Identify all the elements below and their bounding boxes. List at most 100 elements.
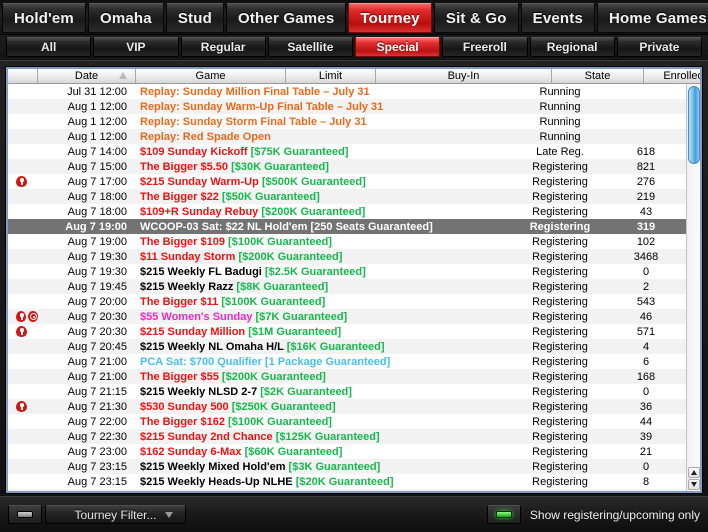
table-row[interactable]: Aug 7 15:00 The Bigger $5.50 [$30K Guaran… <box>8 159 686 174</box>
cell-game-name: $109+R NL Hold'em [$50K Guaranteed] <box>136 491 514 492</box>
cell-state: Running <box>539 85 581 98</box>
tab-events[interactable]: Events <box>520 3 596 33</box>
tab-omaha[interactable]: Omaha <box>87 3 164 33</box>
column-header-limit[interactable]: Limit <box>286 69 376 83</box>
table-body[interactable]: Jul 31 12:00 Replay: Sunday Million Final… <box>8 84 686 491</box>
tournament-name: The Bigger $5.50 [$30K Guaranteed] <box>140 161 329 173</box>
table-row[interactable]: Aug 7 20:00 The Bigger $11 [$100K Guarant… <box>8 294 686 309</box>
tab-stud[interactable]: Stud <box>165 3 224 33</box>
cell-state: Registering <box>532 475 588 488</box>
filter-tab-freeroll[interactable]: Freeroll <box>442 37 528 57</box>
table-row[interactable]: Jul 31 12:00 Replay: Sunday Million Final… <box>8 84 686 99</box>
tournament-name-prefix: Replay <box>140 85 177 98</box>
table-row[interactable]: Aug 7 18:00 $109+R Sunday Rebuy [$200K Gu… <box>8 204 686 219</box>
column-header-label: State <box>584 70 611 82</box>
table-row[interactable]: Aug 7 21:30 $530 Sunday 500 [$250K Guaran… <box>8 399 686 414</box>
table-row[interactable]: Aug 7 20:45 $215 Weekly NL Omaha H/L [$16… <box>8 339 686 354</box>
table-row[interactable]: Aug 7 19:00 WCOOP-03 Sat: $22 NL Hold'em … <box>8 219 686 234</box>
tournament-name: $215 Sunday Million [$1M Guaranteed] <box>140 326 341 338</box>
scrollbar-thumb[interactable] <box>688 86 700 164</box>
table-row[interactable]: Aug 1 12:00 Replay: Sunday Storm Final Ta… <box>8 114 686 129</box>
filter-tab-regional[interactable]: Regional <box>529 37 615 57</box>
table-row[interactable]: Aug 7 22:00 The Bigger $162 [$100K Guaran… <box>8 414 686 429</box>
tournament-name-main: $11 Sunday Storm <box>140 250 239 263</box>
table-row[interactable]: Aug 7 22:30 $215 Sunday 2nd Chance [$125K… <box>8 429 686 444</box>
scroll-up-button[interactable] <box>688 467 700 478</box>
tab-hold-em[interactable]: Hold'em <box>2 3 86 33</box>
tab-label: Other Games <box>237 9 335 27</box>
table-row[interactable]: Aug 7 19:30 $215 Weekly FL Badugi [$2.5K … <box>8 264 686 279</box>
tournament-name-main: : Sunday Million Final Table – July 31 <box>176 85 370 98</box>
table-row[interactable]: Aug 7 23:15 $215 Weekly Heads-Up NLHE [$2… <box>8 474 686 489</box>
table-row[interactable]: Aug 7 20:30 $55 Women's Sunday [$7K Guara… <box>8 309 686 324</box>
tab-home-games[interactable]: Home Games <box>597 3 708 33</box>
cell-state: Registering <box>532 205 588 218</box>
tab-tourney[interactable]: Tourney <box>348 3 432 33</box>
table-row[interactable]: Aug 1 12:00 Replay: Sunday Warm-Up Final … <box>8 99 686 114</box>
table-row[interactable]: Aug 7 19:45 $215 Weekly Razz [$8K Guarant… <box>8 279 686 294</box>
tab-sit-go[interactable]: Sit & Go <box>433 3 519 33</box>
cell-game-name: $109+R Sunday Rebuy [$200K Guaranteed] <box>136 206 514 218</box>
cell-enrolled: 44 <box>639 415 653 428</box>
table-row[interactable]: Aug 1 12:00 Replay: Red Spade Open Running <box>8 129 686 144</box>
filter-tab-satellite[interactable]: Satellite <box>267 37 353 57</box>
filter-tab-label: Freeroll <box>462 40 507 54</box>
table-row[interactable]: Aug 7 17:00 $215 Sunday Warm-Up [$500K Gu… <box>8 174 686 189</box>
column-header-date[interactable]: Date <box>38 69 136 83</box>
cell-game-name: $215 Weekly NL Omaha H/L [$16K Guarantee… <box>136 341 514 353</box>
cell-state: Registering <box>532 430 588 443</box>
tourney-filter-button[interactable]: Tourney Filter... <box>45 505 186 524</box>
cell-date: Aug 7 20:30 <box>67 325 127 338</box>
cell-state: Registering <box>532 295 588 308</box>
tab-label: Stud <box>177 9 212 27</box>
column-header-buyin[interactable]: Buy-In <box>376 69 552 83</box>
table-row[interactable]: Aug 7 21:00 PCA Sat: $700 Qualifier [1 Pa… <box>8 354 686 369</box>
vertical-scrollbar[interactable] <box>686 84 700 491</box>
table-row[interactable]: Aug 7 19:30 $11 Sunday Storm [$200K Guara… <box>8 249 686 264</box>
tab-label: Home Games <box>609 9 707 27</box>
show-registering-toggle[interactable] <box>486 505 521 524</box>
poker-lobby-window: Hold'em Omaha Stud Other Games Tourney Sit & … <box>0 0 708 532</box>
cell-game-name: The Bigger $55 [$200K Guaranteed] <box>136 371 514 383</box>
cell-date: Aug 7 17:00 <box>67 175 127 188</box>
column-header-game[interactable]: Game <box>136 69 286 83</box>
tournament-name-main: $109 Sunday Kickoff <box>140 145 251 158</box>
table-row[interactable]: Aug 7 21:00 The Bigger $55 [$200K Guarant… <box>8 369 686 384</box>
filter-tab-private[interactable]: Private <box>616 37 702 57</box>
table-row[interactable]: Aug 7 19:00 The Bigger $109 [$100K Guaran… <box>8 234 686 249</box>
filter-tab-all[interactable]: All <box>6 37 92 57</box>
tab-other-games[interactable]: Other Games <box>225 3 347 33</box>
tournament-name-main: The Bigger $162 <box>140 415 229 428</box>
table-row[interactable]: Aug 7 23:30 $109+R NL Hold'em [$50K Guara… <box>8 489 686 491</box>
cell-game-name: $215 Weekly Razz [$8K Guaranteed] <box>136 281 514 293</box>
filter-toggle[interactable] <box>8 505 42 524</box>
table-row[interactable]: Aug 7 14:00 $109 Sunday Kickoff [$75K Gua… <box>8 144 686 159</box>
tournament-name-main: $215 Sunday 2nd Chance <box>140 430 276 443</box>
filter-tab-vip[interactable]: VIP <box>93 37 179 57</box>
cell-game-name: $215 Sunday Warm-Up [$500K Guaranteed] <box>136 176 514 188</box>
table-row[interactable]: Aug 7 23:00 $162 Sunday 6-Max [$60K Guara… <box>8 444 686 459</box>
table-row[interactable]: Aug 7 20:30 $215 Sunday Million [$1M Guar… <box>8 324 686 339</box>
filter-tab-label: Private <box>639 40 680 54</box>
cell-state: Registering <box>532 265 588 278</box>
column-header-state[interactable]: State <box>552 69 644 83</box>
table-row[interactable]: Aug 7 18:00 The Bigger $22 [$50K Guarante… <box>8 189 686 204</box>
tournament-name: $215 Weekly Razz [$8K Guaranteed] <box>140 281 328 293</box>
tournament-name: The Bigger $11 [$100K Guaranteed] <box>140 296 325 308</box>
tournament-name-main: : Sunday Storm Final Table – July 31 <box>176 115 367 128</box>
cell-state: Running <box>539 115 581 128</box>
tournament-guarantee: [$250K Guaranteed] <box>231 400 336 413</box>
row-badges <box>8 311 38 322</box>
cell-state: Registering <box>532 370 588 383</box>
table-row[interactable]: Aug 7 23:15 $215 Weekly Mixed Hold'em [$3… <box>8 459 686 474</box>
filter-tab-special[interactable]: Special <box>355 37 441 57</box>
tourney-filter-label: Tourney Filter... <box>74 507 157 522</box>
table-row[interactable]: Aug 7 21:15 $215 Weekly NLSD 2-7 [$2K Gua… <box>8 384 686 399</box>
cell-state: Registering <box>532 280 588 293</box>
filter-tab-label: All <box>40 40 57 54</box>
tournament-name: $109+R Sunday Rebuy [$200K Guaranteed] <box>140 206 365 218</box>
column-header-enrolled[interactable]: Enrolled <box>644 69 700 83</box>
filter-tab-regular[interactable]: Regular <box>180 37 266 57</box>
scroll-down-button[interactable] <box>688 479 700 490</box>
show-registering-group: Show registering/upcoming only <box>486 504 700 525</box>
